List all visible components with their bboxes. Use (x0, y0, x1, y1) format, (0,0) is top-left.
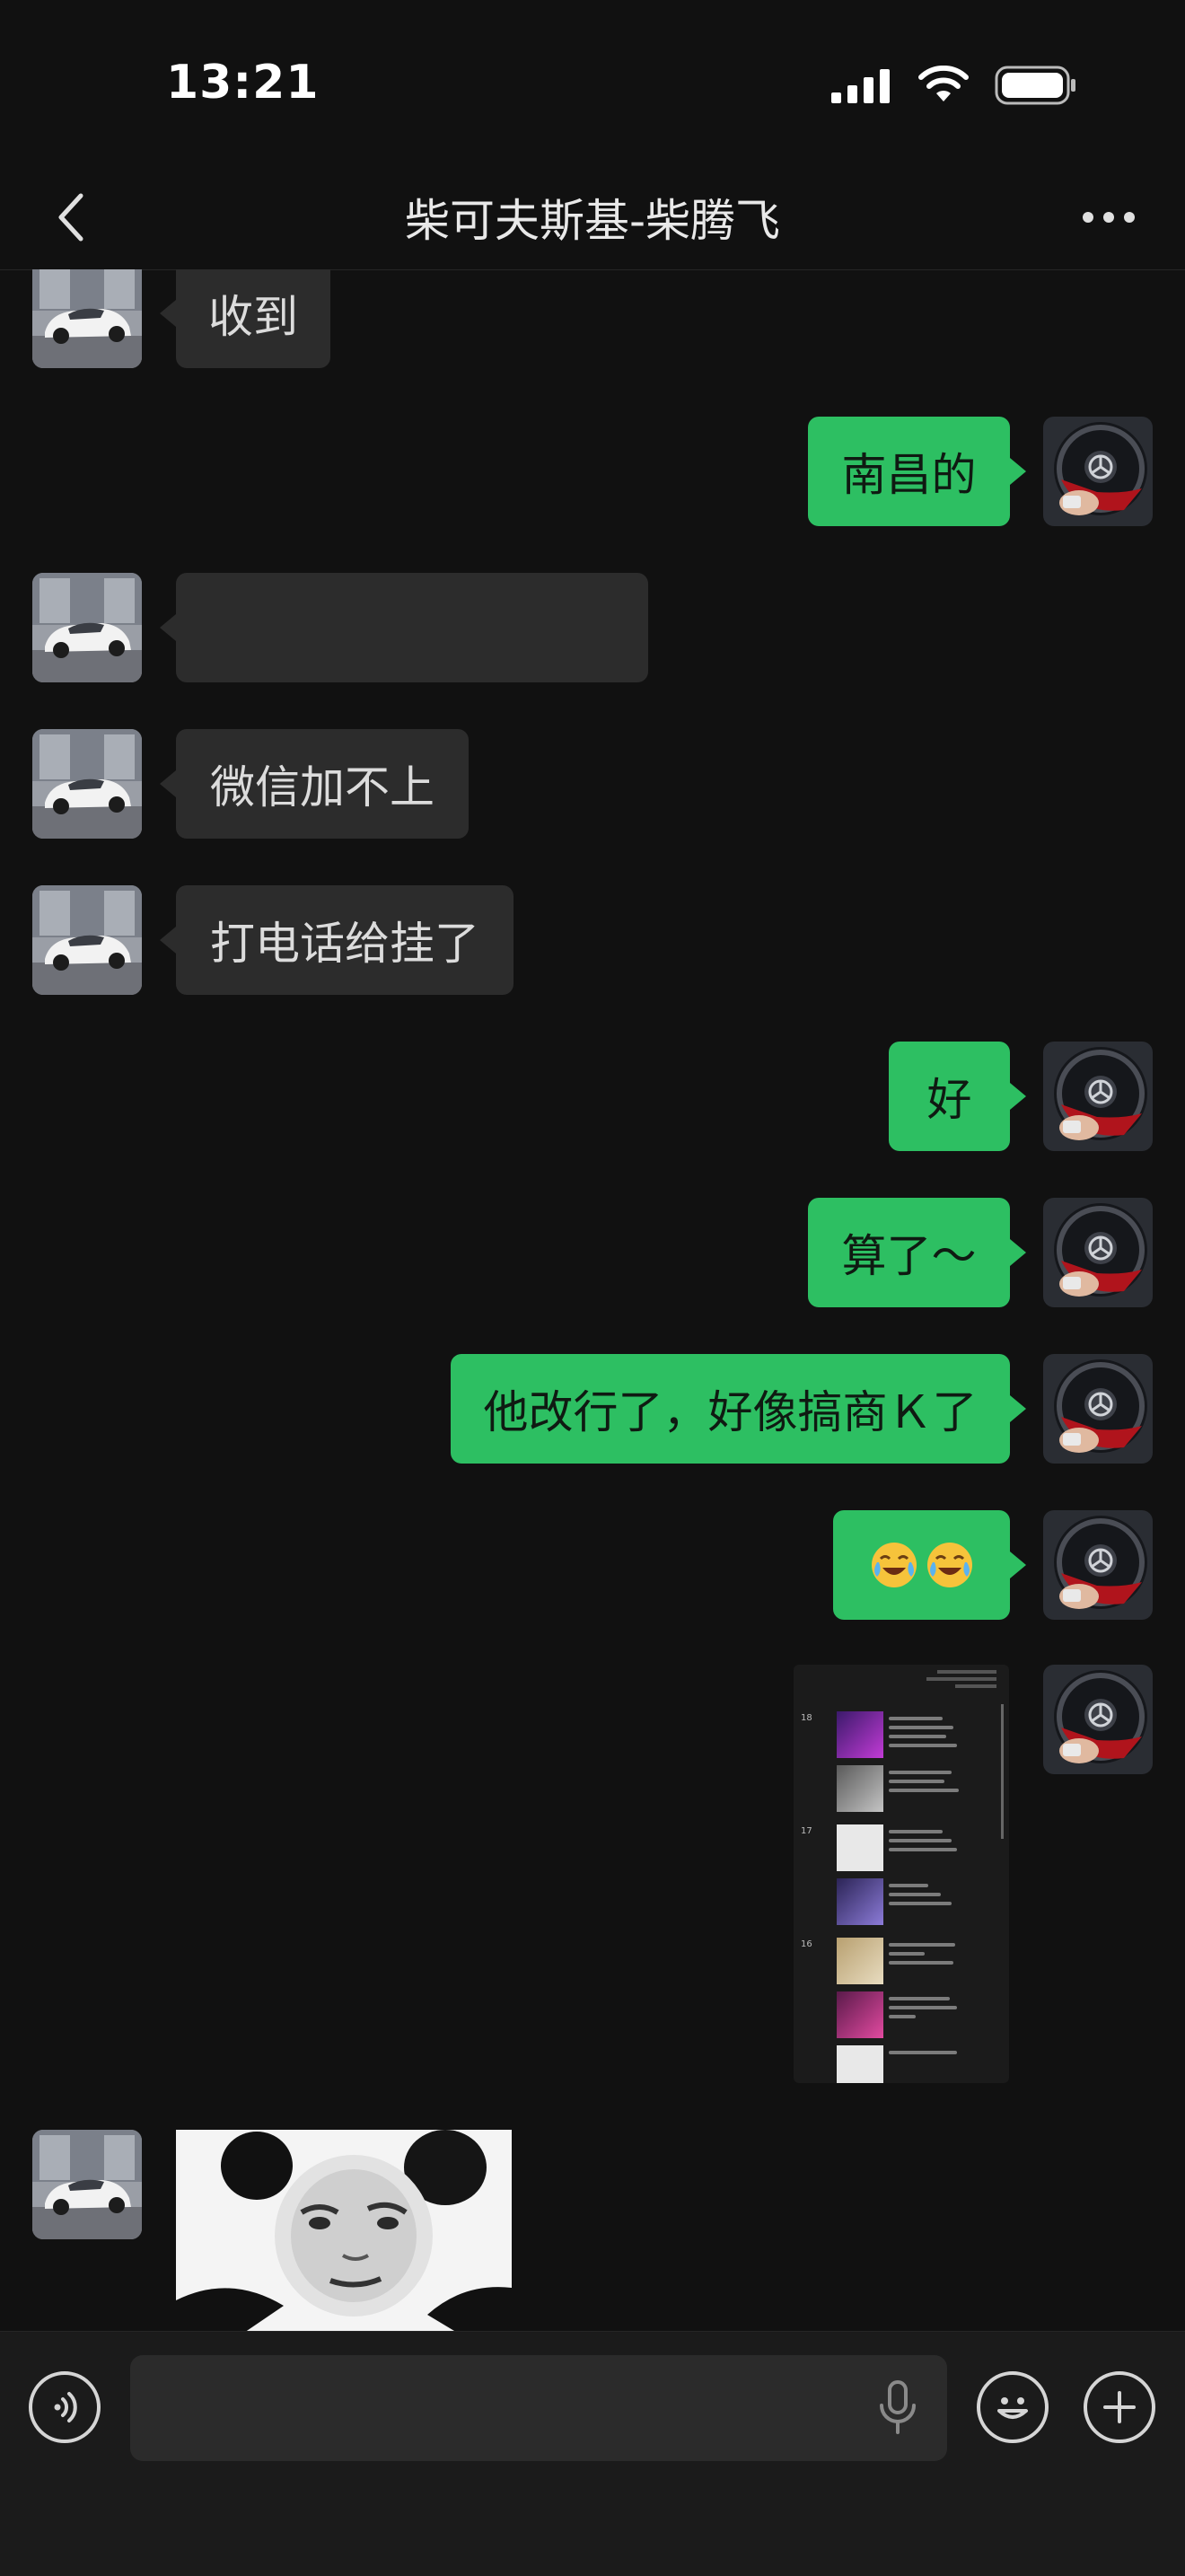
smiley-face-icon (997, 2397, 1028, 2419)
screenshot-date: 18 (801, 1713, 812, 1723)
message-bubble-sent[interactable]: 他改行了，好像搞商Ｋ了 (451, 1354, 1026, 1464)
more-options-button[interactable] (1068, 181, 1149, 253)
message-text: 他改行了，好像搞商Ｋ了 (483, 1386, 978, 1438)
message-bubble-sent-emoji[interactable] (833, 1510, 1026, 1620)
message-bubble-received[interactable]: 收到 (160, 269, 330, 368)
message-text: 打电话给挂了 (210, 918, 479, 970)
sticker-message-panda-meme[interactable] (176, 2130, 512, 2331)
self-avatar[interactable] (1043, 1510, 1153, 1620)
message-text: 收到 (208, 291, 298, 343)
ellipsis-icon (1083, 212, 1135, 223)
message-bubble-sent[interactable]: 南昌的 (808, 417, 1026, 526)
more-actions-button[interactable] (1084, 2371, 1155, 2443)
chat-header: 柴可夫斯基-柴腾飞 (0, 162, 1185, 270)
contact-avatar[interactable] (32, 573, 142, 682)
message-bubble-sent[interactable]: 好 (889, 1042, 1026, 1151)
screenshot-date: 17 (801, 1826, 812, 1836)
voice-mode-button[interactable] (29, 2371, 101, 2443)
message-input[interactable] (130, 2355, 947, 2461)
message-text: 微信加不上 (210, 761, 434, 813)
screenshot-date: 16 (801, 1939, 812, 1949)
status-time: 13:21 (166, 56, 320, 110)
plus-icon (1103, 2391, 1136, 2423)
status-bar: 13:21 (0, 0, 1185, 162)
message-text: 好 (926, 1074, 972, 1126)
signal-icon (831, 69, 890, 103)
chat-title: 柴可夫斯基-柴腾飞 (404, 195, 781, 247)
message-bubble-received[interactable]: 微信加不上 (160, 729, 469, 839)
tears-of-joy-emoji-icon (870, 1541, 918, 1589)
self-avatar[interactable] (1043, 417, 1153, 526)
battery-icon (995, 66, 1075, 105)
voice-wave-icon (54, 2392, 77, 2422)
message-list[interactable]: 收到 南昌的 微信加不上 打电话给挂了 好 算了～ 他改行了，好像搞商Ｋ了 18… (0, 269, 1185, 2331)
emoji-button[interactable] (977, 2371, 1049, 2443)
self-avatar[interactable] (1043, 1665, 1153, 1774)
message-bubble-sent[interactable]: 算了～ (808, 1198, 1026, 1307)
input-toolbar (0, 2331, 1185, 2576)
contact-avatar[interactable] (32, 729, 142, 839)
self-avatar[interactable] (1043, 1042, 1153, 1151)
contact-avatar[interactable] (32, 2130, 142, 2239)
image-message-screenshot[interactable]: 18 17 16 (794, 1665, 1009, 2083)
self-avatar[interactable] (1043, 1198, 1153, 1307)
contact-avatar[interactable] (32, 269, 142, 368)
contact-avatar[interactable] (32, 885, 142, 995)
message-bubble-received[interactable] (160, 573, 648, 682)
message-bubble-received[interactable]: 打电话给挂了 (160, 885, 514, 995)
message-text: 南昌的 (841, 449, 977, 501)
wifi-icon (918, 66, 969, 101)
dictation-button[interactable] (876, 2378, 919, 2441)
microphone-icon (880, 2380, 916, 2434)
status-icons (830, 65, 1077, 106)
tears-of-joy-emoji-icon (926, 1541, 974, 1589)
message-text: 算了～ (841, 1230, 977, 1282)
self-avatar[interactable] (1043, 1354, 1153, 1464)
